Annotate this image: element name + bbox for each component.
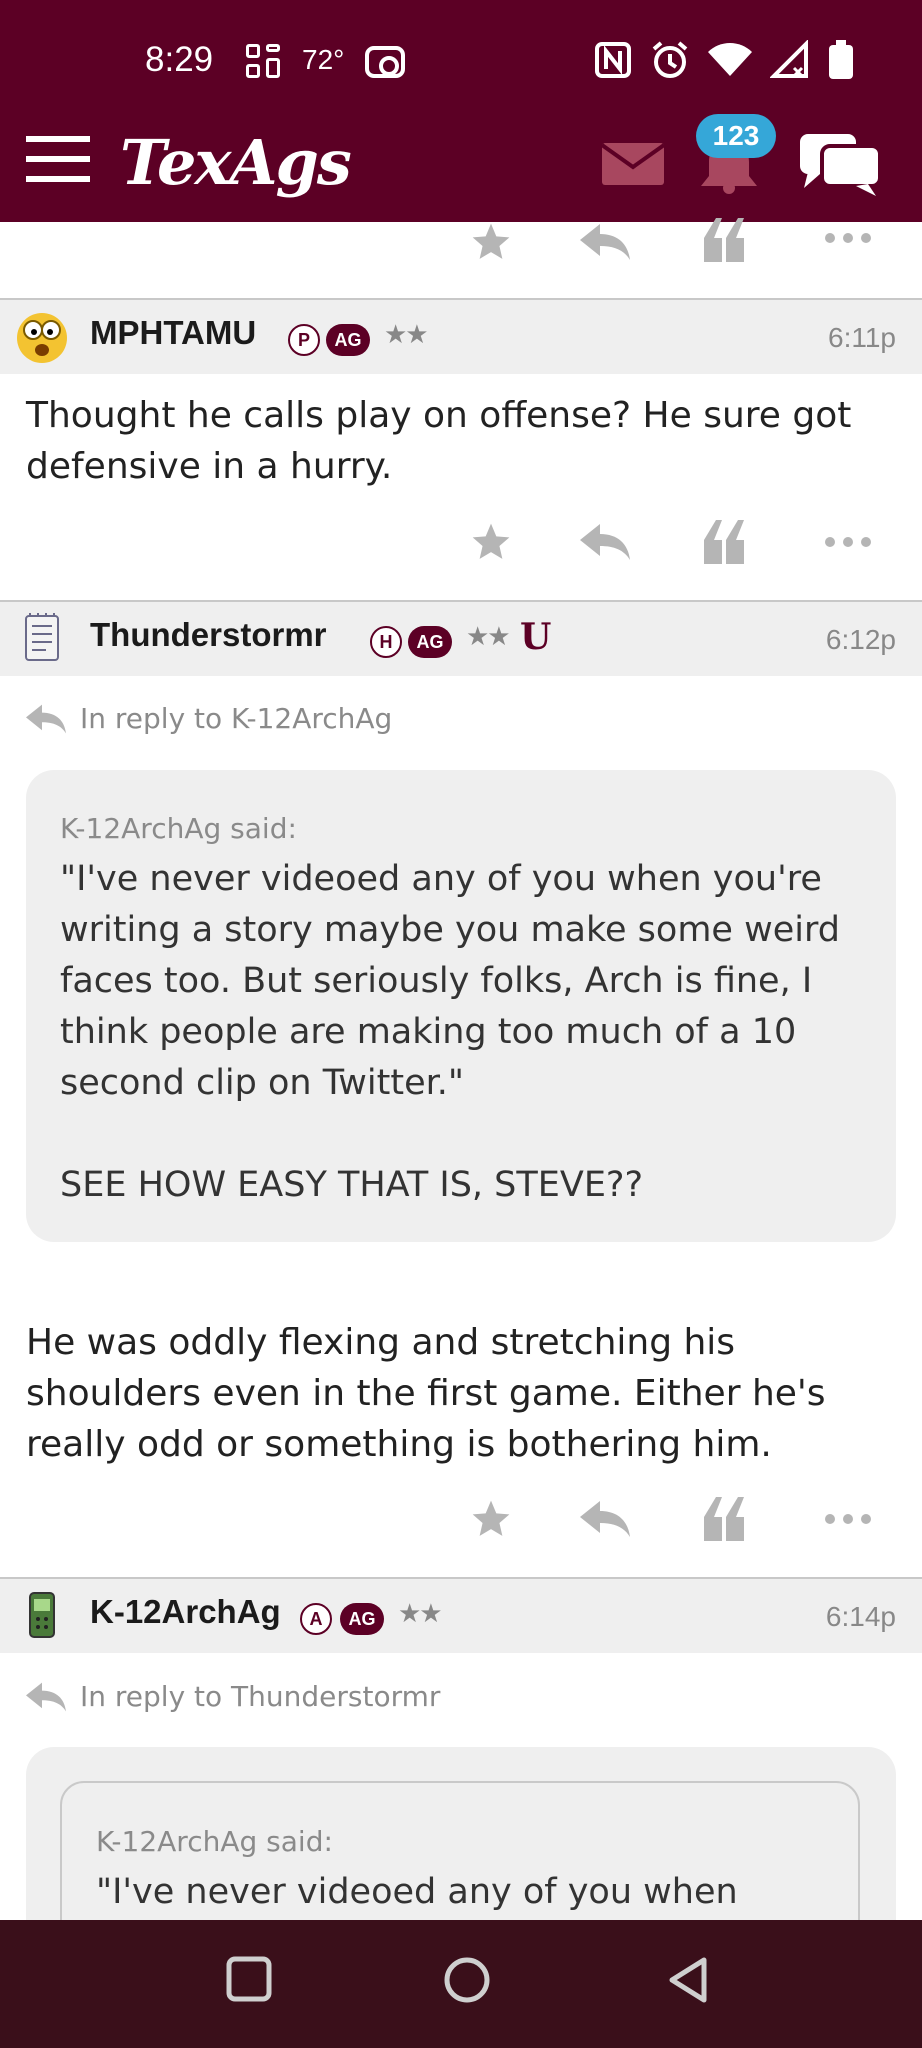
chat-icon[interactable]	[798, 128, 882, 198]
avatar[interactable]	[14, 610, 70, 666]
post-actions	[0, 1497, 922, 1557]
signal-icon	[770, 40, 808, 78]
avatar[interactable]	[14, 308, 70, 364]
ag-badge: AG	[408, 626, 452, 658]
alarm-icon	[652, 41, 688, 78]
star-icon[interactable]	[468, 1497, 514, 1541]
status-time: 8:29	[145, 40, 214, 79]
post-username[interactable]: MPHTAMU	[90, 314, 256, 352]
reply-to[interactable]: In reply to K-12ArchAg	[26, 702, 392, 735]
post-header: K-12ArchAg A AG ★★ 6:14p	[0, 1577, 922, 1653]
post-time: 6:11p	[828, 322, 896, 353]
reply-icon[interactable]	[580, 524, 630, 560]
star-icon[interactable]	[468, 520, 514, 564]
quote-text: "I've never videoed any of you when	[96, 1872, 738, 1912]
system-nav-bar	[0, 1920, 922, 2048]
back-button[interactable]	[666, 1956, 710, 2004]
texags-logo[interactable]: TexAgs	[120, 126, 352, 199]
u-badge: U	[520, 616, 552, 658]
post-header: MPHTAMU P AG ★★ 6:11p	[0, 298, 922, 374]
star-icon[interactable]	[468, 220, 514, 262]
more-icon[interactable]	[824, 232, 872, 244]
more-icon[interactable]	[824, 536, 872, 548]
user-stars: ★★	[398, 1599, 443, 1629]
wifi-icon	[708, 43, 752, 76]
post-time: 6:12p	[825, 624, 896, 655]
quote-block: K-12ArchAg said: "I've never videoed any…	[26, 770, 896, 1242]
reply-icon	[26, 1682, 66, 1711]
nfc-icon	[595, 42, 631, 78]
more-icon[interactable]	[824, 1513, 872, 1525]
reply-to-label: In reply to K-12ArchAg	[80, 702, 393, 735]
user-badge-letter: A	[300, 1603, 332, 1635]
post-username[interactable]: K-12ArchAg	[90, 1593, 281, 1631]
home-button[interactable]	[443, 1956, 491, 2004]
reply-to[interactable]: In reply to Thunderstormr	[26, 1680, 440, 1713]
quote-author: K-12ArchAg said:	[96, 1825, 333, 1858]
notification-count-badge[interactable]: 123	[696, 114, 776, 158]
user-stars: ★★	[384, 320, 429, 350]
battery-icon	[829, 40, 853, 79]
user-stars: ★★	[466, 622, 511, 652]
quote-text: "I've never videoed any of you when you'…	[60, 859, 840, 1205]
menu-icon[interactable]	[26, 136, 90, 184]
hotspot-icon	[365, 46, 405, 78]
quote-icon[interactable]	[702, 218, 746, 262]
quote-icon[interactable]	[702, 1497, 746, 1541]
reply-icon[interactable]	[580, 1501, 630, 1537]
ag-badge: AG	[340, 1603, 384, 1635]
reply-to-label: In reply to Thunderstormr	[80, 1680, 441, 1713]
avatar[interactable]	[14, 1587, 70, 1643]
reply-icon[interactable]	[580, 224, 630, 260]
post-username[interactable]: Thunderstormr	[90, 616, 327, 654]
post-actions-previous	[0, 212, 922, 262]
status-icons	[594, 40, 854, 80]
user-badge-letter: P	[288, 324, 320, 356]
user-badge-letter: H	[370, 626, 402, 658]
post-body: Thought he calls play on offense? He sur…	[26, 395, 852, 487]
post-body: He was oddly flexing and stretching his …	[26, 1322, 826, 1465]
post-actions	[0, 520, 922, 580]
status-temperature: 72°	[302, 44, 345, 75]
mail-icon[interactable]	[602, 143, 664, 185]
ag-badge: AG	[326, 324, 370, 356]
widgets-icon	[246, 44, 282, 80]
quote-author: K-12ArchAg said:	[60, 812, 297, 845]
status-bar: 8:29 72°	[0, 0, 922, 122]
quote-icon[interactable]	[702, 520, 746, 564]
post-time: 6:14p	[825, 1601, 896, 1632]
post-header: Thunderstormr H AG ★★ U 6:12p	[0, 600, 922, 676]
reply-icon	[26, 704, 66, 733]
recents-button[interactable]	[226, 1956, 272, 2002]
